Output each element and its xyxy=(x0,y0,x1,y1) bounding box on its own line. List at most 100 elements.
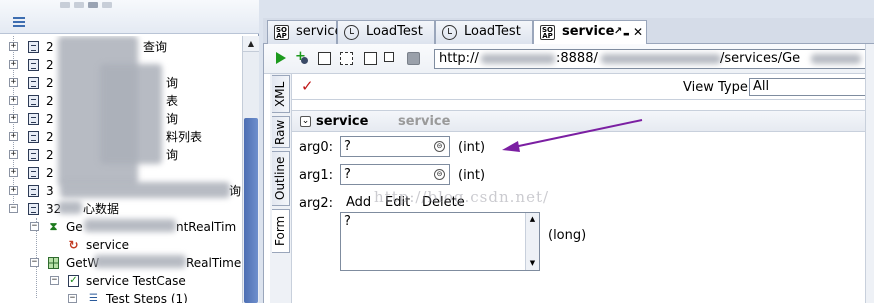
editor-tabbar: SO AP service LoadTest 1 LoadTest 1 SO A… xyxy=(263,18,874,61)
tree-node-label: 询 xyxy=(229,184,242,198)
tree-node-prefix: 2 xyxy=(46,40,54,54)
redaction-blur xyxy=(811,54,861,64)
detach-icon[interactable]: ↗ xyxy=(614,21,622,43)
view-type-select[interactable]: All xyxy=(749,78,874,96)
tree-node-label: 询 xyxy=(166,112,179,126)
clock-icon xyxy=(344,25,359,40)
endpoint-url-field[interactable]: http:// :8888/ /services/Ge a xyxy=(434,49,874,69)
expand-icon[interactable]: + xyxy=(9,96,18,105)
view-bar: ✓ View Type: All xyxy=(292,74,874,100)
scroll-up-icon[interactable]: ▲ xyxy=(243,36,259,52)
arg2-textarea[interactable]: ? ▲ ▼ xyxy=(340,212,540,271)
tab-service[interactable]: SO AP service xyxy=(267,20,343,44)
expand-icon[interactable]: + xyxy=(9,186,18,195)
editor-scrollbar[interactable] xyxy=(865,44,874,303)
arg0-value: ? xyxy=(344,139,351,154)
scroll-up-icon[interactable]: ▲ xyxy=(526,213,539,226)
tree-node-prefix: 2 xyxy=(46,148,54,162)
null-toggle-icon[interactable]: ⊝ xyxy=(434,141,445,152)
tab-raw[interactable]: Raw xyxy=(272,116,290,148)
interface-icon xyxy=(28,131,39,143)
tree-node-label: ntRealTim xyxy=(176,220,237,234)
annotation-arrow xyxy=(502,119,643,152)
tab-outline[interactable]: Outline xyxy=(272,151,290,206)
create-empty-icon[interactable] xyxy=(318,52,331,65)
toolbar-mini-button[interactable] xyxy=(88,2,98,8)
clone-icon[interactable] xyxy=(340,52,353,65)
tree-view-icon[interactable] xyxy=(13,17,25,27)
arg0-input[interactable]: ? ⊝ xyxy=(340,136,450,157)
expand-icon[interactable]: + xyxy=(9,114,18,123)
add-button[interactable]: Add xyxy=(346,195,371,210)
collapse-icon[interactable]: − xyxy=(30,222,39,231)
arg1-value: ? xyxy=(344,167,351,182)
navigator-scrollbar[interactable]: ▲ xyxy=(242,36,259,303)
panel-icon[interactable] xyxy=(384,52,394,62)
interface-icon xyxy=(28,203,39,215)
tree-node-label: RealTime xyxy=(186,256,242,270)
expand-icon[interactable]: + xyxy=(9,60,18,69)
toolbar-mini-button[interactable] xyxy=(60,2,70,8)
redaction-blur xyxy=(60,182,230,198)
scroll-thumb[interactable] xyxy=(244,118,258,303)
expand-icon[interactable]: + xyxy=(9,42,18,51)
toolbar-mini-button[interactable] xyxy=(74,2,84,8)
minimize-icon[interactable]: ▬ xyxy=(623,23,630,45)
arg2-value: ? xyxy=(344,214,351,229)
expand-icon[interactable]: + xyxy=(9,78,18,87)
tab-loadtest[interactable]: LoadTest 1 xyxy=(435,20,533,61)
form-view: ⌄ service service arg0: ? ⊝ (int) arg1: … xyxy=(292,100,874,303)
tree-node-label: 心数据 xyxy=(83,202,120,216)
collapse-icon[interactable]: ⌄ xyxy=(300,116,311,127)
navigator-toolbar xyxy=(0,0,259,34)
collapse-icon[interactable]: − xyxy=(30,258,39,267)
tree-node[interactable]: − ☰ Test Steps (1) xyxy=(0,290,242,303)
url-prefix: http:// xyxy=(439,51,479,66)
scroll-down-icon[interactable]: ▼ xyxy=(526,257,539,270)
run-icon[interactable] xyxy=(276,52,286,64)
tab-loadtest[interactable]: LoadTest 1 xyxy=(337,20,435,61)
teststeps-icon: ☰ xyxy=(89,293,98,303)
arg1-input[interactable]: ? ⊝ xyxy=(340,164,450,185)
request-icon: ↻ xyxy=(68,238,79,252)
tree-node[interactable]: − ✓ service TestCase xyxy=(0,272,242,290)
interface-icon xyxy=(28,185,39,197)
tab-service-active[interactable]: SO AP service ↗ ▬ ✕ xyxy=(533,20,647,45)
interface-icon xyxy=(28,41,39,53)
stop-icon[interactable] xyxy=(407,52,420,65)
expand-icon[interactable]: − xyxy=(68,294,77,303)
redaction-blur xyxy=(100,64,162,164)
expand-icon[interactable]: + xyxy=(9,132,18,141)
arrow-head xyxy=(502,141,520,152)
tree-node[interactable]: ↻ service xyxy=(0,236,242,254)
request-toolbar: + http:// :8888/ /services/Ge a xyxy=(264,44,874,74)
close-icon[interactable]: ✕ xyxy=(633,21,643,43)
view-type-value: All xyxy=(753,79,770,94)
soap-icon: SO AP xyxy=(540,25,555,40)
collapse-icon[interactable]: − xyxy=(9,204,18,213)
tree-node-prefix: 2 xyxy=(46,130,54,144)
validate-icon[interactable]: ✓ xyxy=(301,77,314,95)
interface-icon xyxy=(28,95,39,107)
expand-icon[interactable]: + xyxy=(9,168,18,177)
tree-node[interactable]: − 32 心数据 xyxy=(0,200,242,218)
collapse-icon[interactable]: − xyxy=(50,276,59,285)
tab-xml[interactable]: XML xyxy=(272,75,290,113)
expand-icon[interactable]: + xyxy=(9,150,18,159)
toolbar-mini-button[interactable] xyxy=(102,2,112,8)
add-assertion-icon[interactable]: + xyxy=(295,50,308,65)
tab-form[interactable]: Form xyxy=(272,209,290,253)
tree-node-prefix: 2 xyxy=(46,112,54,126)
null-toggle-icon[interactable]: ⊝ xyxy=(434,169,445,180)
copy-icon[interactable] xyxy=(364,52,377,65)
tree-node-prefix: 2 xyxy=(46,94,54,108)
arg2-scrollbar[interactable]: ▲ ▼ xyxy=(525,213,539,270)
redaction-blur xyxy=(481,54,555,64)
arg2-type: (long) xyxy=(548,228,587,243)
tree-node-prefix: 2 xyxy=(46,166,54,180)
navigator-panel: + 2 查询 + 2 + 2 询 + 2 表 + 2 询 + 2 料列表 + 2… xyxy=(0,0,259,303)
redaction-blur xyxy=(601,54,721,64)
interface-icon xyxy=(28,77,39,89)
view-type-label: View Type: xyxy=(683,80,753,95)
tree-node-label: 料列表 xyxy=(166,130,203,144)
